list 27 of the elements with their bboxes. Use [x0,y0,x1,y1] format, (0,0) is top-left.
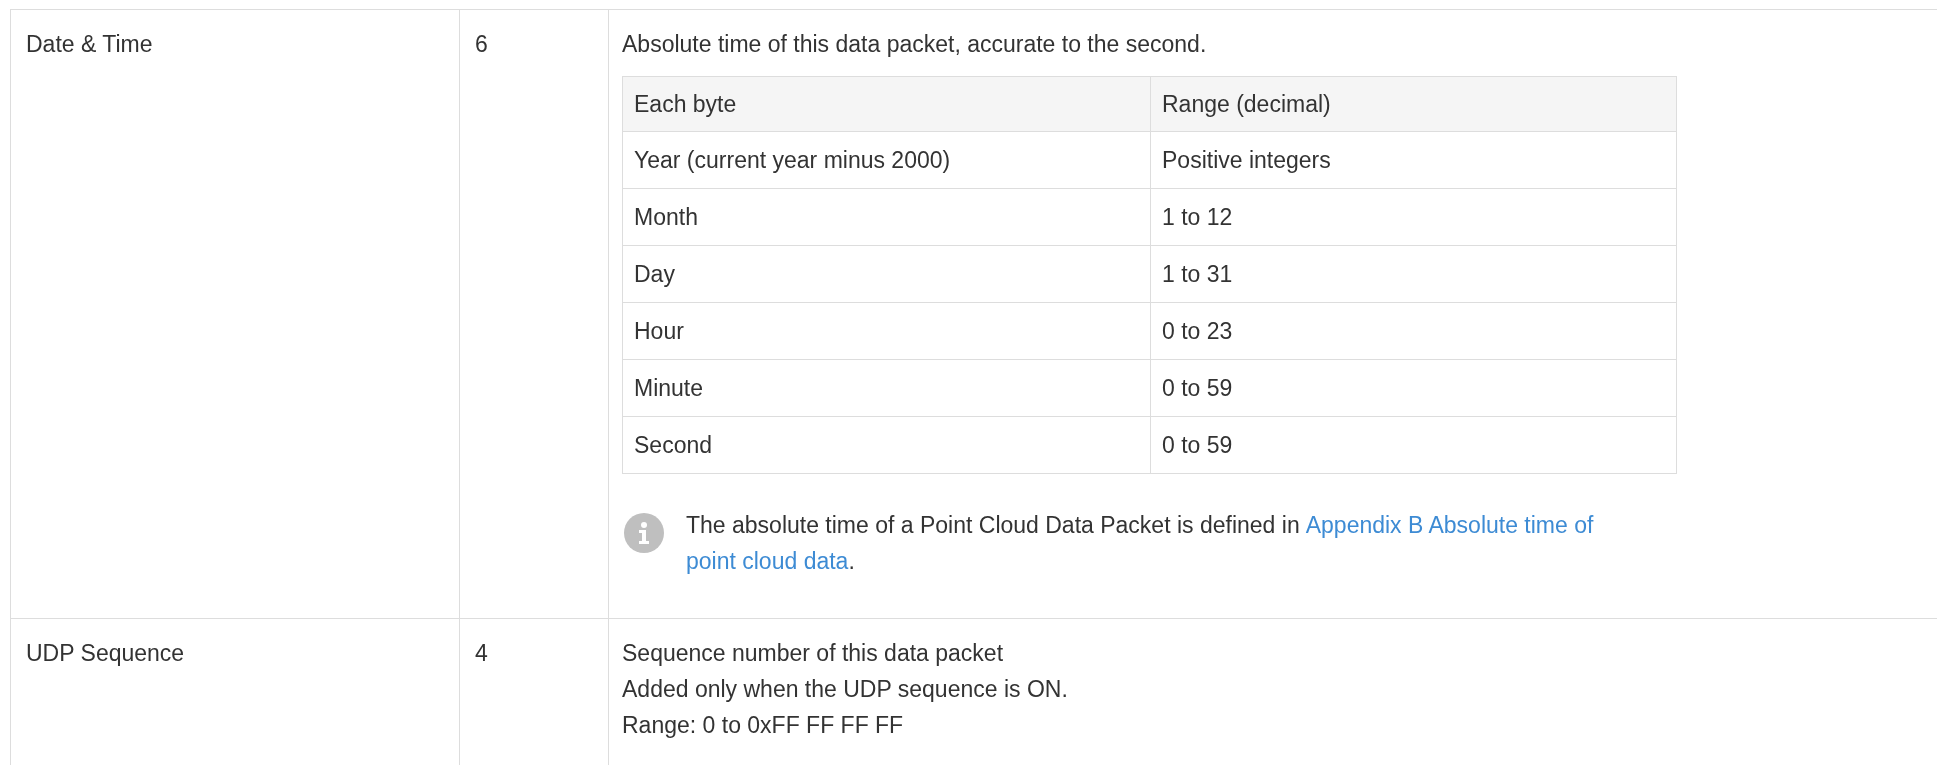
table-cell: 1 to 31 [1151,246,1677,302]
column-header: Each byte [623,77,1151,131]
table-cell: Second [623,417,1151,473]
punctuation-text: . [848,547,855,576]
table-cell: 1 to 12 [1151,189,1677,245]
table-cell: Minute [623,360,1151,416]
table-cell: 0 to 23 [1151,303,1677,359]
appendix-link[interactable]: Appendix B Absolute time of [1305,507,1594,543]
info-icon [624,513,664,553]
table-cell: Month [623,189,1151,245]
table-cell: Year (current year minus 2000) [623,132,1151,188]
appendix-link[interactable]: point cloud data [686,543,849,579]
table-cell: Hour [623,303,1151,359]
field-name: UDP Sequence [26,640,185,666]
description-text: Range: 0 to 0xFF FF FF FF [622,711,904,740]
table-cell: 0 to 59 [1151,417,1677,473]
field-name: Date & Time [26,31,153,57]
table-cell: 0 to 59 [1151,360,1677,416]
note-text: The absolute time of a Point Cloud Data Packet is defined in [686,511,1300,540]
table-cell: Positive integers [1151,132,1677,188]
description-text: Absolute time of this data packet, accurate to the second. [622,30,1207,59]
size-value: 6 [475,31,488,57]
table-cell: Day [623,246,1151,302]
column-header: Range (decimal) [1151,77,1677,131]
description-text: Sequence number of this data packet [622,639,1004,668]
size-value: 4 [475,640,488,666]
description-text: Added only when the UDP sequence is ON. [622,675,1068,704]
